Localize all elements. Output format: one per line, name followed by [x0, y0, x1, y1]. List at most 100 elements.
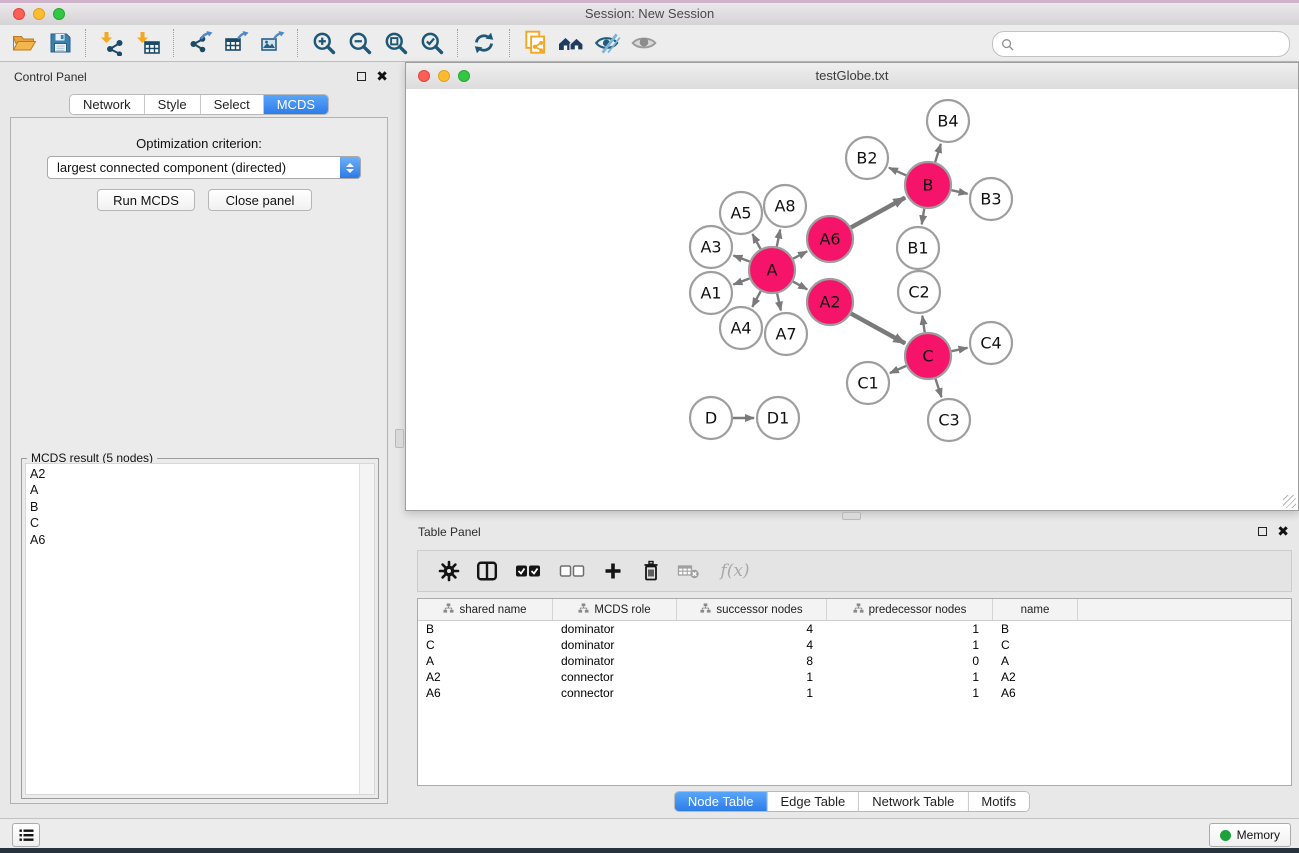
- tab-network[interactable]: Network: [70, 95, 144, 114]
- zoom-selected-icon[interactable]: [414, 27, 450, 59]
- table-cell[interactable]: 1: [677, 686, 827, 700]
- deselect-all-icon[interactable]: [550, 554, 594, 588]
- graph-edge-A-A1[interactable]: [733, 278, 749, 284]
- mcds-result-item[interactable]: C: [30, 515, 45, 531]
- column-header-shared-name[interactable]: shared name: [418, 599, 553, 620]
- table-cell[interactable]: connector: [553, 686, 677, 700]
- tab-motifs[interactable]: Motifs: [967, 792, 1029, 811]
- export-network-icon[interactable]: [182, 27, 218, 59]
- mcds-result-item[interactable]: A6: [30, 532, 45, 548]
- graph-edge-A2-C[interactable]: [851, 314, 905, 344]
- table-cell[interactable]: dominator: [553, 622, 677, 636]
- zoom-out-icon[interactable]: [342, 27, 378, 59]
- save-session-icon[interactable]: [42, 27, 78, 59]
- table-cell[interactable]: A2: [993, 670, 1078, 684]
- table-cell[interactable]: A6: [418, 686, 553, 700]
- table-row[interactable]: Adominator80A: [418, 653, 1291, 669]
- tab-style[interactable]: Style: [144, 95, 200, 114]
- graph-edge-B-B2[interactable]: [889, 168, 906, 176]
- tab-network-table[interactable]: Network Table: [858, 792, 967, 811]
- column-header-successor-nodes[interactable]: successor nodes: [677, 599, 827, 620]
- run-mcds-button[interactable]: Run MCDS: [97, 189, 195, 211]
- select-all-icon[interactable]: [506, 554, 550, 588]
- graph-edge-C-C2[interactable]: [922, 316, 924, 332]
- graph-node-A5[interactable]: A5: [720, 192, 762, 234]
- graph-node-D[interactable]: D: [690, 397, 732, 439]
- graph-edge-A-A6[interactable]: [793, 251, 807, 258]
- column-header-name[interactable]: name: [993, 599, 1078, 620]
- minimize-window-button[interactable]: [33, 8, 45, 20]
- column-header-MCDS-role[interactable]: MCDS role: [553, 599, 677, 620]
- minimize-network-window-button[interactable]: [438, 70, 450, 82]
- graph-node-A7[interactable]: A7: [765, 313, 807, 355]
- graph-node-C3[interactable]: C3: [928, 399, 970, 441]
- gear-icon[interactable]: [430, 554, 468, 588]
- criterion-select[interactable]: largest connected component (directed): [47, 156, 361, 179]
- zoom-network-window-button[interactable]: [458, 70, 470, 82]
- graph-edge-A6-B[interactable]: [851, 198, 905, 228]
- mcds-result-item[interactable]: A2: [30, 466, 45, 482]
- import-table-icon[interactable]: [130, 27, 166, 59]
- table-cell[interactable]: C: [993, 638, 1078, 652]
- table-cell[interactable]: B: [993, 622, 1078, 636]
- table-cell[interactable]: 4: [677, 638, 827, 652]
- column-header-predecessor-nodes[interactable]: predecessor nodes: [827, 599, 993, 620]
- table-row[interactable]: A2connector11A2: [418, 669, 1291, 685]
- close-panel-icon[interactable]: ✖: [1277, 526, 1289, 536]
- graph-edge-A-A7[interactable]: [777, 293, 781, 310]
- graph-edge-A-A3[interactable]: [733, 255, 749, 261]
- search-box[interactable]: [992, 31, 1290, 57]
- table-cell[interactable]: dominator: [553, 638, 677, 652]
- table-cell[interactable]: B: [418, 622, 553, 636]
- close-network-window-button[interactable]: [418, 70, 430, 82]
- graph-node-A6[interactable]: A6: [807, 216, 853, 262]
- graph-edge-B-B1[interactable]: [922, 209, 924, 225]
- graph-node-A[interactable]: A: [749, 247, 795, 293]
- table-row[interactable]: Cdominator41C: [418, 637, 1291, 653]
- network-canvas[interactable]: B4B2BB3A8A5A6A3B1AC2A1A2A4A7C4CC1C3DD1: [406, 89, 1298, 510]
- close-panel-icon[interactable]: ✖: [376, 71, 388, 81]
- split-view-icon[interactable]: [468, 554, 506, 588]
- close-panel-button[interactable]: Close panel: [208, 189, 312, 211]
- table-cell[interactable]: A: [418, 654, 553, 668]
- table-cell[interactable]: 1: [827, 686, 993, 700]
- table-cell[interactable]: 4: [677, 622, 827, 636]
- import-network-icon[interactable]: [94, 27, 130, 59]
- graph-node-A2[interactable]: A2: [807, 279, 853, 325]
- add-column-icon[interactable]: [594, 554, 632, 588]
- table-cell[interactable]: 8: [677, 654, 827, 668]
- export-image-icon[interactable]: [254, 27, 290, 59]
- tab-node-table[interactable]: Node Table: [675, 792, 767, 811]
- graph-node-A4[interactable]: A4: [720, 307, 762, 349]
- graph-edge-C-C3[interactable]: [935, 379, 941, 397]
- mcds-result-item[interactable]: A: [30, 482, 45, 498]
- float-panel-icon[interactable]: [357, 72, 366, 81]
- table-cell[interactable]: A: [993, 654, 1078, 668]
- zoom-fit-icon[interactable]: [378, 27, 414, 59]
- graph-edge-B-B3[interactable]: [951, 190, 967, 194]
- graph-node-B3[interactable]: B3: [970, 178, 1012, 220]
- delete-column-icon[interactable]: [632, 554, 670, 588]
- graph-edge-A-A8[interactable]: [777, 230, 780, 247]
- zoom-in-icon[interactable]: [306, 27, 342, 59]
- table-cell[interactable]: A6: [993, 686, 1078, 700]
- table-cell[interactable]: C: [418, 638, 553, 652]
- table-cell[interactable]: 1: [827, 670, 993, 684]
- tab-edge-table[interactable]: Edge Table: [766, 792, 858, 811]
- hide-selected-icon[interactable]: [590, 27, 626, 59]
- graph-node-A8[interactable]: A8: [764, 185, 806, 227]
- graph-node-A3[interactable]: A3: [690, 226, 732, 268]
- tab-select[interactable]: Select: [200, 95, 263, 114]
- graph-node-B4[interactable]: B4: [927, 100, 969, 142]
- tab-mcds[interactable]: MCDS: [263, 95, 328, 114]
- graph-node-C4[interactable]: C4: [970, 322, 1012, 364]
- graph-edge-A-A2[interactable]: [793, 282, 807, 290]
- table-cell[interactable]: 1: [677, 670, 827, 684]
- memory-button[interactable]: Memory: [1209, 823, 1291, 847]
- table-cell[interactable]: dominator: [553, 654, 677, 668]
- float-panel-icon[interactable]: [1258, 527, 1267, 536]
- scrollbar-track[interactable]: [359, 464, 374, 794]
- open-session-icon[interactable]: [6, 27, 42, 59]
- table-row[interactable]: A6connector11A6: [418, 685, 1291, 701]
- search-input[interactable]: [1022, 36, 1281, 52]
